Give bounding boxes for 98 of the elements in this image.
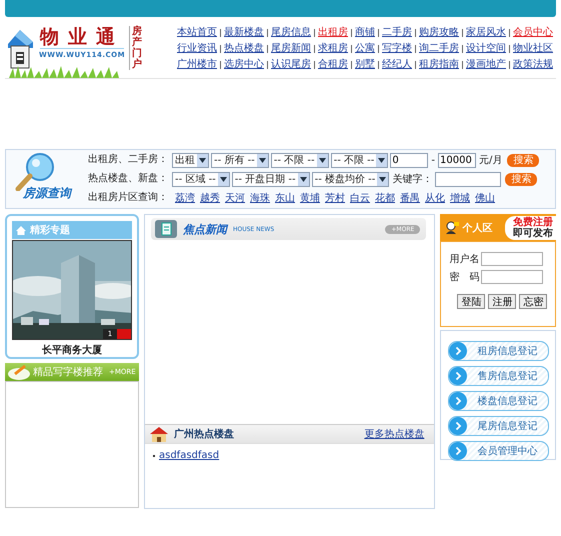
- input-field[interactable]: 10000: [438, 152, 476, 168]
- person-icon: [445, 221, 460, 234]
- input-field[interactable]: [481, 270, 544, 284]
- panel-title: 精品写字楼推荐: [33, 366, 103, 379]
- dropdown[interactable]: -- 区域 --: [172, 172, 230, 186]
- district-link[interactable]: 荔湾: [175, 191, 195, 205]
- nav-link[interactable]: 尾房新闻: [271, 43, 311, 55]
- nav-link[interactable]: 写字楼: [382, 43, 412, 55]
- nav-link[interactable]: 选房中心: [224, 59, 264, 71]
- panel-title: 焦点新闻: [183, 222, 227, 236]
- nav-link[interactable]: 商铺: [355, 27, 375, 39]
- nav-link[interactable]: 最新楼盘: [224, 27, 264, 39]
- field-label: 元/月: [478, 154, 504, 167]
- district-link[interactable]: 花都: [375, 191, 395, 205]
- district-link[interactable]: 东山: [275, 191, 295, 205]
- input-field[interactable]: [435, 172, 502, 186]
- field-label: 关键字：: [391, 172, 434, 186]
- chevron-icon: [449, 417, 468, 435]
- nav-link[interactable]: 物业社区: [513, 43, 553, 55]
- form-button[interactable]: 忘密: [519, 294, 548, 309]
- nav-link[interactable]: 出租房: [318, 27, 348, 39]
- register-button[interactable]: 会员管理中心: [448, 441, 549, 461]
- field-label: 出租房、二手房：: [88, 154, 169, 166]
- notebook-icon: [155, 220, 177, 238]
- nav-link[interactable]: 公寓: [355, 43, 375, 55]
- district-link[interactable]: 天河: [225, 191, 245, 205]
- nav-link[interactable]: 租房指南: [419, 59, 459, 71]
- form-button[interactable]: 登陆: [457, 294, 486, 309]
- pencil-cup-icon: [7, 364, 31, 380]
- nav-link[interactable]: 政策法规: [513, 59, 553, 71]
- nav-link[interactable]: 求租房: [318, 43, 348, 55]
- promo-text: 免费注册: [513, 216, 553, 228]
- dropdown[interactable]: -- 不限 --: [270, 152, 329, 168]
- nav-link[interactable]: 购房攻略: [419, 27, 459, 39]
- district-link[interactable]: 越秀: [200, 191, 220, 205]
- district-link[interactable]: 佛山: [475, 191, 495, 205]
- search-title: 房源查询: [23, 185, 71, 202]
- nav-link[interactable]: 家居风水: [466, 27, 506, 39]
- caret-icon: [256, 154, 268, 166]
- caret-icon: [316, 154, 328, 166]
- dropdown[interactable]: 出租: [172, 152, 209, 168]
- nav-link[interactable]: 漫画地产: [466, 59, 506, 71]
- nav-link[interactable]: 合租房: [318, 59, 348, 71]
- caret-icon: [218, 172, 229, 186]
- caret-icon: [377, 172, 388, 186]
- chevron-icon: [449, 367, 468, 385]
- input-field[interactable]: 0: [390, 152, 428, 168]
- nav-link[interactable]: 尾房信息: [271, 27, 311, 39]
- field-label: 密 码: [449, 270, 478, 284]
- panel-title: 广州热点楼盘: [174, 427, 234, 441]
- register-button[interactable]: 尾房信息登记: [448, 416, 549, 436]
- chevron-icon: [449, 392, 468, 410]
- nav-link[interactable]: 别墅: [355, 59, 375, 71]
- register-button[interactable]: 楼盘信息登记: [448, 391, 549, 411]
- chevron-icon: [449, 342, 468, 360]
- dropdown[interactable]: -- 所有 --: [211, 152, 269, 168]
- nav-link[interactable]: 询二手房: [419, 43, 459, 55]
- form-button[interactable]: 注册: [488, 294, 516, 309]
- field-label: -: [430, 154, 436, 166]
- input-field[interactable]: [481, 252, 544, 266]
- logo-title: 物业通: [40, 26, 124, 49]
- nav-link[interactable]: 经纪人: [382, 59, 412, 71]
- register-button[interactable]: 售房信息登记: [448, 366, 549, 386]
- nav-link[interactable]: 热点楼盘: [224, 43, 264, 55]
- register-button[interactable]: 租房信息登记: [448, 341, 549, 361]
- nav-link[interactable]: 广州楼市: [177, 59, 217, 71]
- field-label: 热点楼盘、新盘：: [88, 173, 169, 185]
- dropdown[interactable]: -- 开盘日期 --: [232, 172, 310, 186]
- promo-text: 即可发布: [513, 228, 553, 238]
- nav-link[interactable]: 认识尾房: [271, 59, 311, 71]
- nav-link[interactable]: 会员中心: [513, 27, 553, 39]
- tagline: 房产门户: [129, 26, 142, 70]
- district-link[interactable]: 番禺: [400, 191, 420, 205]
- field-label: 出租房片区查询：: [88, 192, 169, 204]
- field-label: 用户名: [449, 252, 478, 266]
- dropdown[interactable]: -- 楼盘均价 --: [312, 172, 390, 186]
- more-link[interactable]: 更多热点楼盘: [364, 427, 424, 441]
- caret-icon: [376, 154, 388, 166]
- district-link[interactable]: 白云: [350, 191, 370, 205]
- nav-link[interactable]: 本站首页: [177, 27, 217, 39]
- chevron-icon: [449, 442, 468, 460]
- dropdown[interactable]: -- 不限 --: [330, 152, 388, 168]
- picture-caption: 长平商务大厦: [41, 343, 103, 357]
- house-icon: [150, 426, 168, 442]
- district-link[interactable]: 海珠: [250, 191, 270, 205]
- district-link[interactable]: 从化: [425, 191, 445, 205]
- caret-icon: [197, 154, 208, 166]
- house-icon: [16, 226, 26, 234]
- panel-title: 个人区: [462, 222, 492, 234]
- district-link[interactable]: 黄埔: [300, 191, 320, 205]
- listing-link[interactable]: asdfasdfasd: [159, 450, 220, 461]
- district-link[interactable]: 芳村: [325, 191, 345, 205]
- panel-title: 精彩专题: [30, 224, 70, 237]
- caret-icon: [298, 172, 309, 186]
- nav-link[interactable]: 行业资讯: [177, 43, 217, 55]
- district-link[interactable]: 增城: [450, 191, 470, 205]
- nav-link[interactable]: 二手房: [382, 27, 412, 39]
- nav-link[interactable]: 设计空间: [466, 43, 506, 55]
